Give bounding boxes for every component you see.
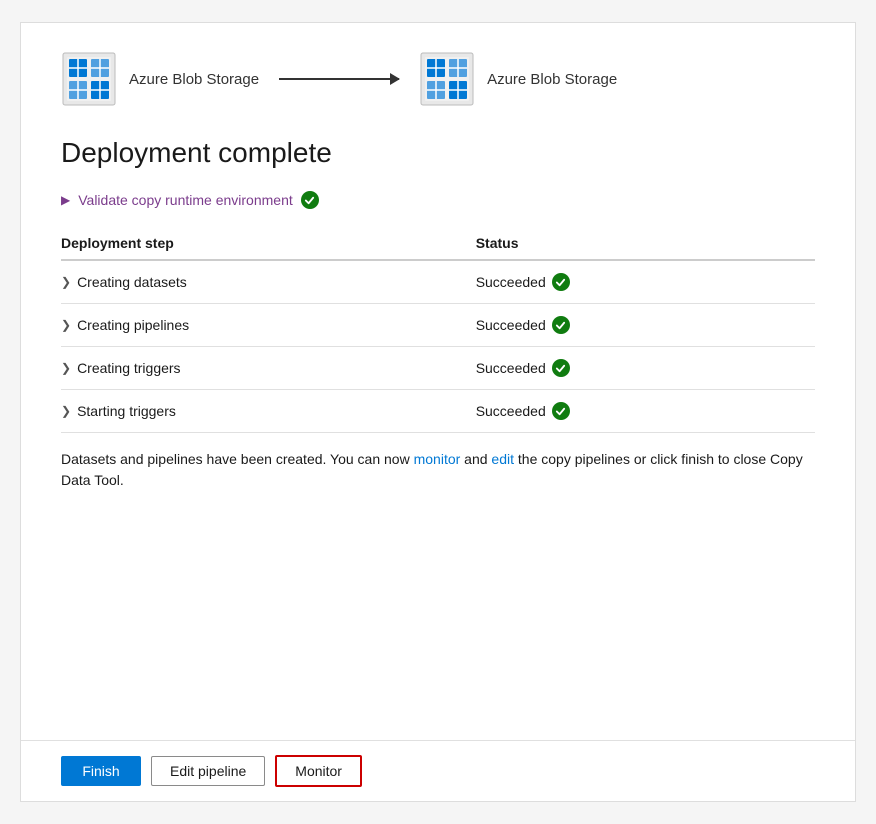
- source-storage-icon: [61, 51, 117, 107]
- arrow-connector: [279, 78, 399, 80]
- step-cell-0: ❯ Creating datasets: [61, 260, 476, 304]
- page-title: Deployment complete: [61, 137, 815, 169]
- col-header-status: Status: [476, 227, 815, 260]
- monitor-button[interactable]: Monitor: [275, 755, 362, 787]
- step-cell-2: ❯ Creating triggers: [61, 347, 476, 390]
- status-cell-2: Succeeded: [476, 347, 815, 390]
- info-text-middle: and: [460, 451, 491, 467]
- status-text: Succeeded: [476, 317, 546, 333]
- status-cell-1: Succeeded: [476, 304, 815, 347]
- edit-pipeline-button[interactable]: Edit pipeline: [151, 756, 265, 786]
- edit-link[interactable]: edit: [491, 451, 514, 467]
- status-cell-0: Succeeded: [476, 260, 815, 304]
- table-row[interactable]: ❯ Creating datasets Succeeded: [61, 260, 815, 304]
- step-chevron-icon: ❯: [61, 318, 71, 332]
- table-row[interactable]: ❯ Creating triggers Succeeded: [61, 347, 815, 390]
- dialog-body: Azure Blob Storage: [21, 23, 855, 740]
- table-row[interactable]: ❯ Starting triggers Succeeded: [61, 390, 815, 433]
- step-chevron-icon: ❯: [61, 404, 71, 418]
- status-text: Succeeded: [476, 360, 546, 376]
- step-cell-1: ❯ Creating pipelines: [61, 304, 476, 347]
- dest-storage-label: Azure Blob Storage: [487, 71, 617, 88]
- step-chevron-icon: ❯: [61, 275, 71, 289]
- info-text-before: Datasets and pipelines have been created…: [61, 451, 414, 467]
- status-success-icon: [552, 316, 570, 334]
- deployment-dialog: Azure Blob Storage: [20, 22, 856, 802]
- col-header-step: Deployment step: [61, 227, 476, 260]
- step-name: Starting triggers: [77, 403, 176, 419]
- status-success-icon: [552, 273, 570, 291]
- dest-storage-icon: [419, 51, 475, 107]
- arrow-line: [279, 78, 399, 80]
- storage-diagram: Azure Blob Storage: [61, 51, 815, 107]
- status-text: Succeeded: [476, 274, 546, 290]
- dialog-footer: Finish Edit pipeline Monitor: [21, 740, 855, 801]
- validate-success-icon: [301, 191, 319, 209]
- status-success-icon: [552, 402, 570, 420]
- status-cell-3: Succeeded: [476, 390, 815, 433]
- step-name: Creating triggers: [77, 360, 181, 376]
- source-storage-label: Azure Blob Storage: [129, 71, 259, 88]
- validate-row[interactable]: ▶ Validate copy runtime environment: [61, 191, 815, 209]
- validate-chevron-icon: ▶: [61, 193, 70, 207]
- deployment-table: Deployment step Status ❯ Creating dataset…: [61, 227, 815, 433]
- finish-button[interactable]: Finish: [61, 756, 141, 786]
- status-success-icon: [552, 359, 570, 377]
- table-row[interactable]: ❯ Creating pipelines Succeeded: [61, 304, 815, 347]
- step-name: Creating datasets: [77, 274, 187, 290]
- status-text: Succeeded: [476, 403, 546, 419]
- step-name: Creating pipelines: [77, 317, 189, 333]
- dest-storage-item: Azure Blob Storage: [419, 51, 617, 107]
- validate-label: Validate copy runtime environment: [78, 192, 293, 208]
- info-text: Datasets and pipelines have been created…: [61, 449, 815, 491]
- source-storage-item: Azure Blob Storage: [61, 51, 259, 107]
- monitor-link[interactable]: monitor: [414, 451, 461, 467]
- step-cell-3: ❯ Starting triggers: [61, 390, 476, 433]
- step-chevron-icon: ❯: [61, 361, 71, 375]
